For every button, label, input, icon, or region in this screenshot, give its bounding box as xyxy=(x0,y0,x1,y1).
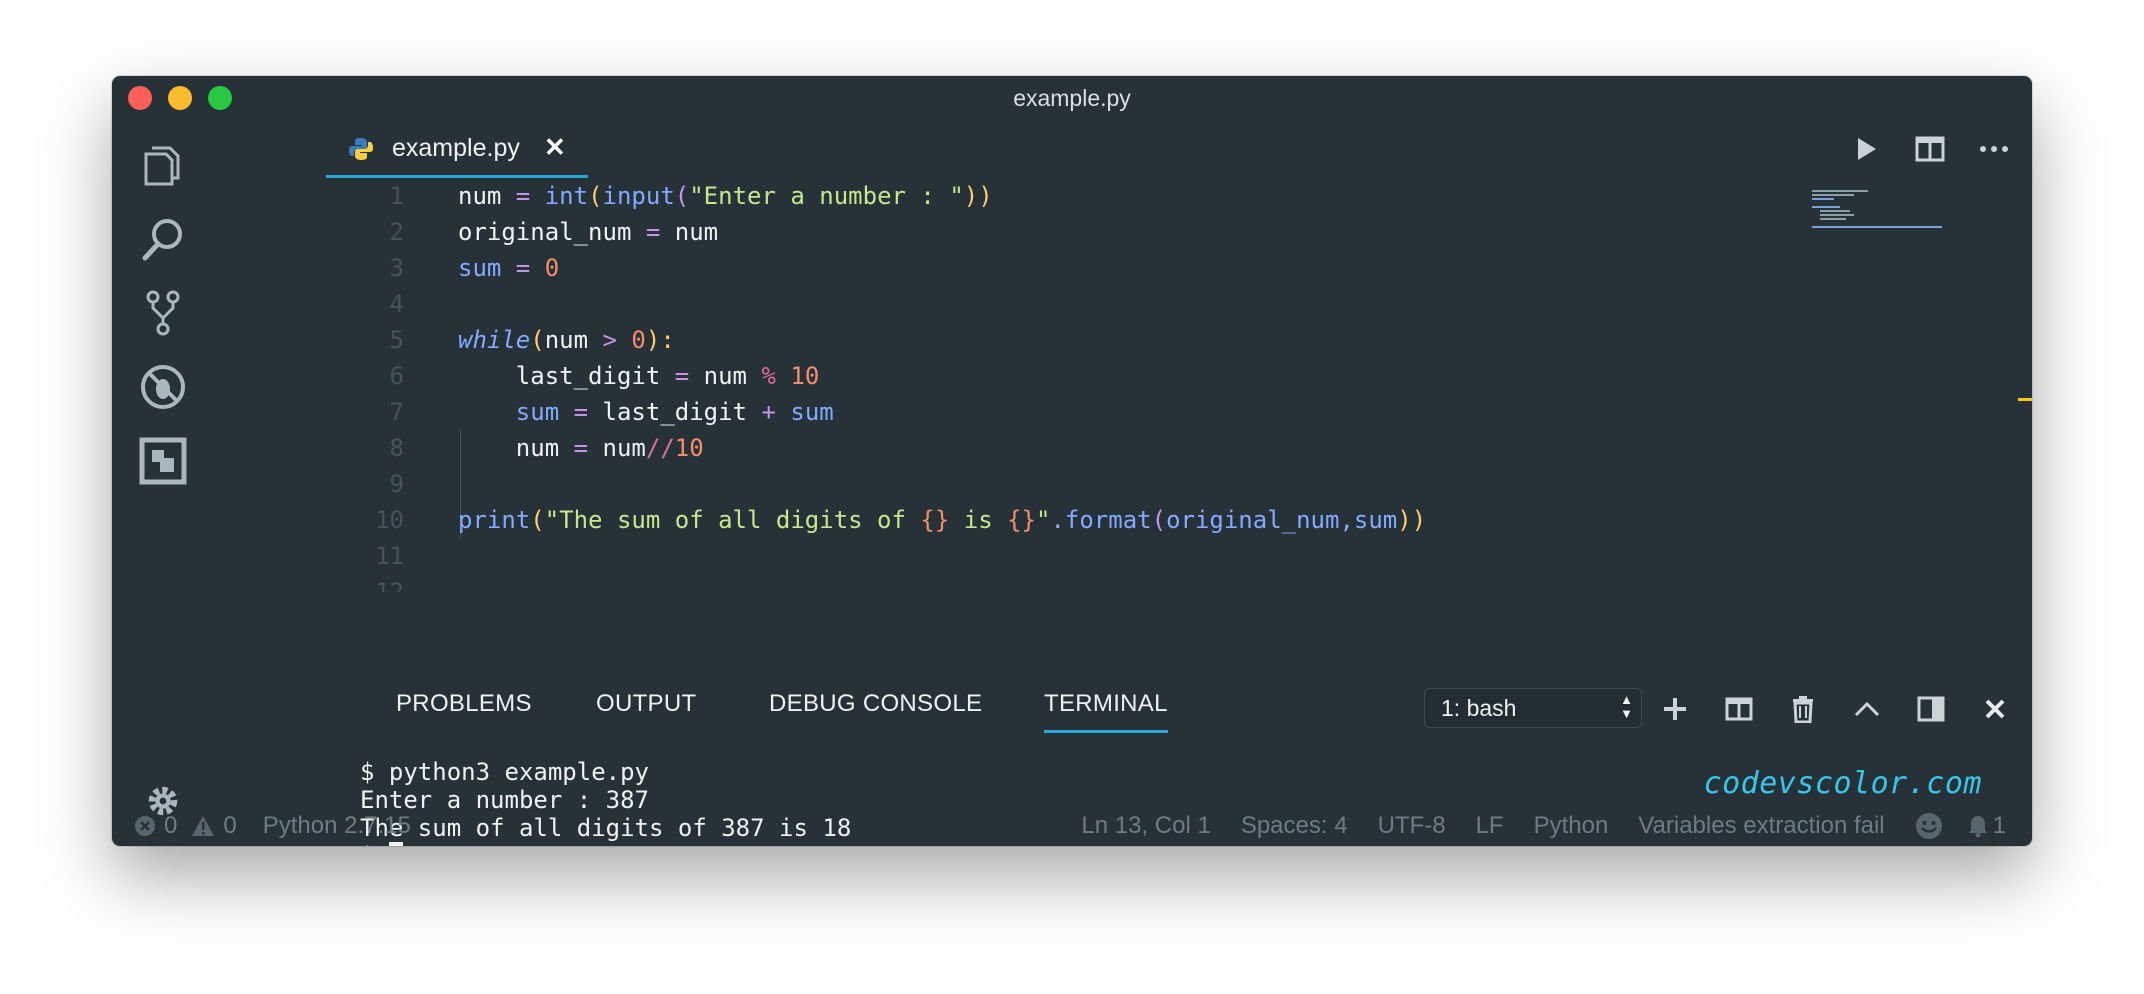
split-terminal-icon[interactable] xyxy=(1720,690,1758,728)
code-line: 6 last_digit = num % 10 xyxy=(214,358,820,394)
warning-count[interactable]: 0 xyxy=(223,812,236,840)
code-line: 11 xyxy=(214,538,458,574)
status-message[interactable]: Variables extraction fail xyxy=(1638,812,1884,840)
tab-debug-console[interactable]: DEBUG CONSOLE xyxy=(769,690,982,718)
notifications[interactable]: 1 xyxy=(1967,812,2006,840)
line-number: 5 xyxy=(389,326,404,354)
code-line: 8 num = num//10 xyxy=(214,430,704,466)
line-number: 6 xyxy=(389,362,404,390)
split-editor-icon[interactable] xyxy=(1910,129,1950,169)
line-number: 10 xyxy=(375,506,404,534)
python-interpreter[interactable]: Python 2.7.15 xyxy=(263,812,411,840)
code-line: 2 original_num = num xyxy=(214,214,719,250)
search-icon[interactable] xyxy=(134,210,192,268)
panel-actions xyxy=(1656,690,2014,728)
line-number: 4 xyxy=(389,290,404,318)
warning-icon[interactable] xyxy=(191,815,215,837)
line-number: 11 xyxy=(375,542,404,570)
error-count[interactable]: 0 xyxy=(164,812,177,840)
debug-icon[interactable] xyxy=(134,358,192,416)
code-line: 5 while(num > 0): xyxy=(214,322,675,358)
tab-example-py[interactable]: example.py ✕ xyxy=(326,120,588,178)
error-icon[interactable] xyxy=(134,815,156,837)
code-line: 10 print("The sum of all digits of {} is … xyxy=(214,502,1426,538)
code-line: 3 sum = 0 xyxy=(214,250,560,286)
trash-icon[interactable] xyxy=(1784,690,1822,728)
notification-count: 1 xyxy=(1992,812,2006,839)
cursor-position[interactable]: Ln 13, Col 1 xyxy=(1081,812,1210,840)
chevron-up-icon[interactable] xyxy=(1848,690,1886,728)
title-bar: example.py xyxy=(112,76,2032,120)
minimap[interactable] xyxy=(1812,188,1942,248)
code-line: 1 num = int(input("Enter a number : ")) xyxy=(214,178,993,214)
language-mode[interactable]: Python xyxy=(1534,812,1609,840)
indentation[interactable]: Spaces: 4 xyxy=(1241,812,1348,840)
code-line: 9 xyxy=(214,466,458,502)
terminal-select[interactable]: 1: bash ▲ ▼ xyxy=(1424,688,1642,728)
watermark: codevscolor.com xyxy=(1703,766,1982,801)
code-line: 4 xyxy=(214,286,458,322)
python-file-icon xyxy=(349,138,373,160)
line-number: 8 xyxy=(389,434,404,462)
code-line: 12 xyxy=(214,574,458,592)
toggle-panel-icon[interactable] xyxy=(1912,690,1950,728)
files-icon[interactable] xyxy=(134,136,192,194)
feedback-smiley-icon[interactable] xyxy=(1915,812,1943,840)
terminal-select-value: 1: bash xyxy=(1441,695,1517,721)
source-control-icon[interactable] xyxy=(134,284,192,342)
editor-window: example.py example.py ✕ 1 num = int(inpu… xyxy=(112,76,2032,846)
terminal-line: $ python3 example.py xyxy=(360,758,649,786)
tab-output[interactable]: OUTPUT xyxy=(596,690,696,718)
tab-label: example.py xyxy=(392,134,520,162)
line-number: 2 xyxy=(389,218,404,246)
run-icon[interactable] xyxy=(1846,129,1886,169)
extensions-icon[interactable] xyxy=(134,432,192,490)
close-icon[interactable] xyxy=(1976,690,2014,728)
tab-close-icon[interactable]: ✕ xyxy=(544,132,566,163)
window-title: example.py xyxy=(1013,85,1131,111)
more-icon[interactable] xyxy=(1974,129,2014,169)
tab-terminal[interactable]: TERMINAL xyxy=(1044,690,1168,733)
line-number: 7 xyxy=(389,398,404,426)
encoding[interactable]: UTF-8 xyxy=(1378,812,1446,840)
scrollbar-marker xyxy=(2018,398,2032,401)
bell-icon xyxy=(1968,816,1987,838)
status-bar: 0 0 Python 2.7.15 Ln 13, Col 1 Spaces: 4… xyxy=(112,806,2032,846)
panel-tabs: PROBLEMS OUTPUT DEBUG CONSOLE TERMINAL 1… xyxy=(214,674,2032,746)
editor-actions xyxy=(1846,120,2014,178)
line-number: 9 xyxy=(389,470,404,498)
end-of-line[interactable]: LF xyxy=(1476,812,1504,840)
tab-bar: example.py ✕ xyxy=(214,120,2032,178)
line-number: 1 xyxy=(389,182,404,210)
line-number: 3 xyxy=(389,254,404,282)
code-editor[interactable]: 1 num = int(input("Enter a number : ")) 2… xyxy=(214,178,2032,674)
select-arrows-icon: ▲ ▼ xyxy=(1620,692,1633,721)
add-terminal-icon[interactable] xyxy=(1656,690,1694,728)
activity-bar xyxy=(112,120,214,816)
code-line: 7 sum = last_digit + sum xyxy=(214,394,834,430)
tab-problems[interactable]: PROBLEMS xyxy=(396,690,532,718)
line-number: 12 xyxy=(375,578,404,592)
